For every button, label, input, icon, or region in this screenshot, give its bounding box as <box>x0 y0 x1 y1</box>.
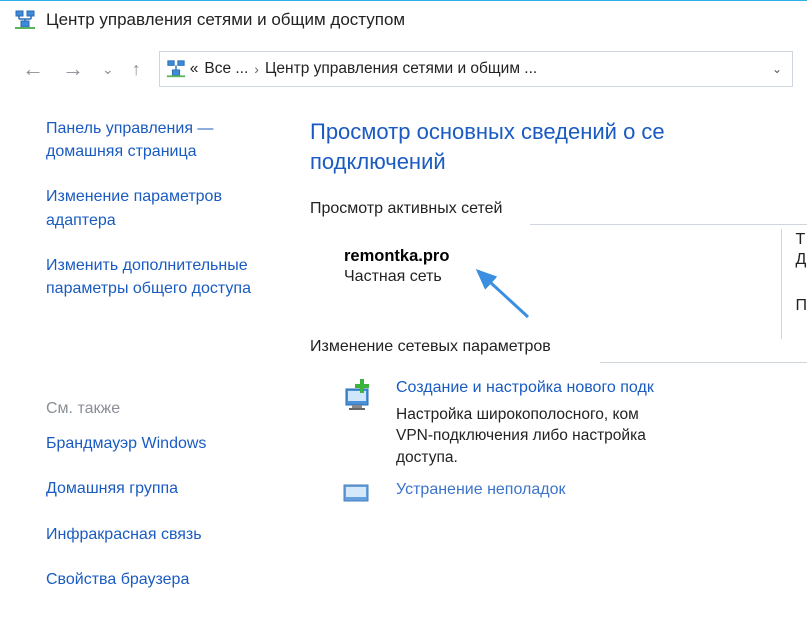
section-rule-2 <box>600 362 807 363</box>
sidebar-see-also-heading: См. также <box>46 400 286 418</box>
address-bar[interactable]: « Все ... › Центр управления сетями и об… <box>159 51 793 87</box>
clip-text-t: Т <box>796 231 807 249</box>
clip-text-d: Д <box>796 251 807 269</box>
breadcrumb-seg-current[interactable]: Центр управления сетями и общим ... <box>265 60 537 78</box>
page-heading-line1: Просмотр основных сведений о се <box>310 119 665 144</box>
right-clip-column: Т Д П <box>781 229 807 339</box>
nav-recent-chevron-icon[interactable]: ⌄ <box>102 62 114 76</box>
active-networks-label: Просмотр активных сетей <box>310 200 807 218</box>
task-troubleshoot-text: Устранение неполадок <box>396 479 565 521</box>
sidebar-infrared-link[interactable]: Инфракрасная связь <box>46 523 286 546</box>
sidebar-homegroup-link[interactable]: Домашняя группа <box>46 477 286 500</box>
sidebar-home-link[interactable]: Панель управления — домашняя страница <box>46 117 286 163</box>
new-connection-icon <box>340 377 378 468</box>
sidebar-sharing-link[interactable]: Изменить дополнительные параметры общего… <box>46 254 286 300</box>
active-network-block: remontka.pro Частная сеть Т Д П <box>310 247 807 286</box>
page-heading-line2: подключений <box>310 149 446 174</box>
sidebar-browser-link[interactable]: Свойства браузера <box>46 568 286 591</box>
navigation-row: ← → ⌄ ↑ « Все ... › Центр управления сет… <box>0 45 807 101</box>
addressbar-dropdown-icon[interactable]: ⌄ <box>772 62 786 76</box>
sidebar: Панель управления — домашняя страница Из… <box>0 117 310 613</box>
task-new-connection-text: Создание и настройка нового подк Настрой… <box>396 377 654 468</box>
nav-back-icon[interactable]: ← <box>22 58 44 80</box>
clip-text-p: П <box>796 297 807 315</box>
window-title: Центр управления сетями и общим доступом <box>46 10 405 30</box>
task-new-connection-desc: Настройка широкополосного, ком VPN-подкл… <box>396 404 654 469</box>
nav-forward-icon[interactable]: → <box>62 58 84 80</box>
content-body: Панель управления — домашняя страница Из… <box>0 101 807 613</box>
task-troubleshoot-link[interactable]: Устранение неполадок <box>396 481 565 498</box>
task-new-connection-link[interactable]: Создание и настройка нового подк <box>396 379 654 396</box>
sidebar-firewall-link[interactable]: Брандмауэр Windows <box>46 432 286 455</box>
network-type: Частная сеть <box>344 268 807 286</box>
sidebar-adapter-link[interactable]: Изменение параметров адаптера <box>46 185 286 231</box>
breadcrumb-seg-all[interactable]: Все ... <box>204 60 248 78</box>
network-name: remontka.pro <box>344 247 807 266</box>
network-center-icon <box>166 59 186 79</box>
main-panel: Просмотр основных сведений о се подключе… <box>310 117 807 613</box>
page-heading: Просмотр основных сведений о се подключе… <box>310 117 807 176</box>
change-settings-label: Изменение сетевых параметров <box>310 338 807 356</box>
task-troubleshoot: Устранение неполадок <box>310 479 807 521</box>
breadcrumb-sep-icon[interactable]: › <box>248 61 265 77</box>
titlebar: Центр управления сетями и общим доступом <box>0 1 807 45</box>
task-new-connection: Создание и настройка нового подк Настрой… <box>310 377 807 468</box>
section-rule <box>530 224 807 225</box>
troubleshoot-icon <box>340 479 378 521</box>
breadcrumb-prefix: « <box>190 60 199 78</box>
network-center-icon <box>14 9 36 31</box>
nav-up-icon[interactable]: ↑ <box>132 60 141 78</box>
